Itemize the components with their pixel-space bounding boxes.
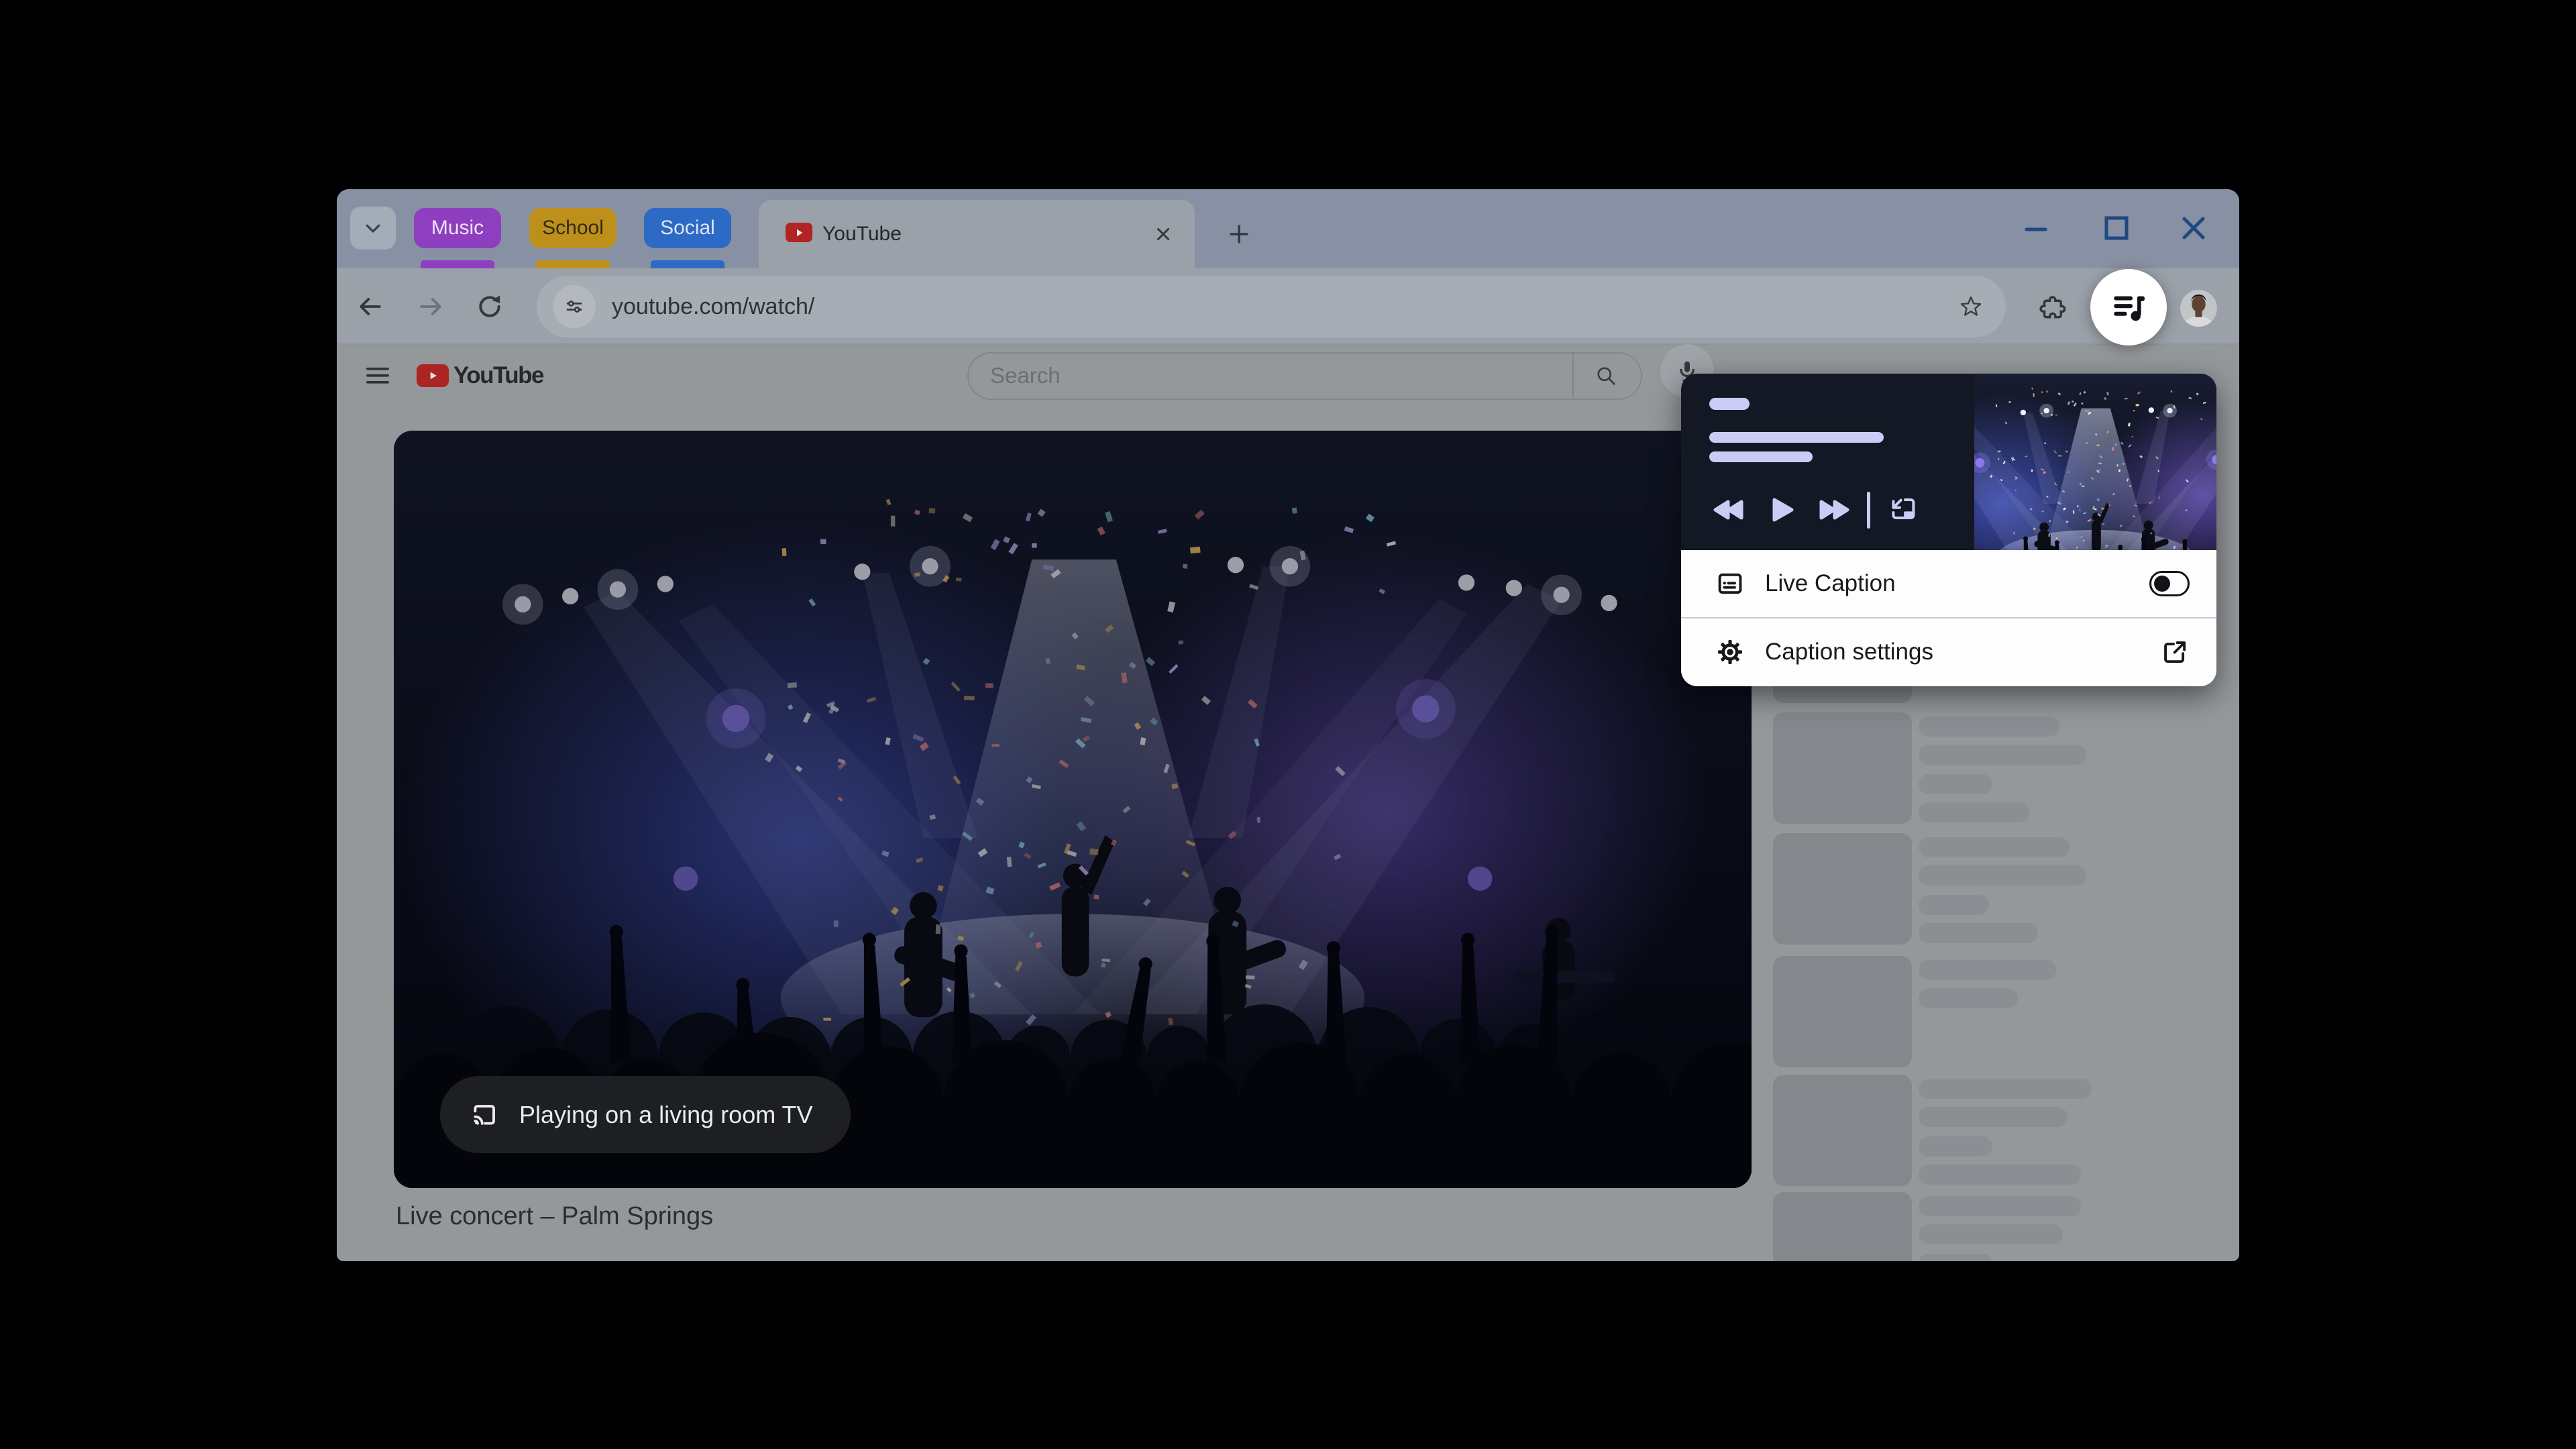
thumbnail-placeholder [1773,1075,1912,1186]
menu-button[interactable] [364,364,393,389]
skeleton-text-line [1919,1165,2081,1185]
tab-search-button[interactable] [350,207,396,250]
tab-group-music[interactable]: Music [414,208,501,248]
plus-icon [1227,222,1251,246]
skeleton-text-line [1919,1196,2081,1216]
youtube-logo[interactable]: YouTube [417,362,545,388]
back-button[interactable] [352,288,389,325]
gear-icon [1715,637,1745,667]
video-dim-overlay [394,431,1752,1188]
search-bar [967,352,1642,400]
thumbnail-placeholder [1773,712,1912,824]
reload-button[interactable] [471,288,508,325]
live-caption-row[interactable]: Live Caption [1681,550,2216,617]
open-in-new-icon [2160,637,2190,667]
minimize-button[interactable] [2021,213,2051,243]
search-button[interactable] [1587,361,1625,390]
skeleton-text-line [1919,923,2038,943]
tab-group-indicator [421,260,494,268]
skeleton-text-line [1919,1079,2092,1099]
caption-settings-row[interactable]: Caption settings [1681,619,2216,686]
youtube-favicon-icon [786,223,812,242]
hamburger-icon [364,364,393,388]
tab-youtube[interactable]: YouTube [759,200,1195,268]
search-divider [1572,354,1574,398]
picture-in-picture-button[interactable] [1887,495,1919,525]
media-text-placeholder [1709,432,1884,443]
star-icon [1957,293,1984,320]
caption-options-panel: Live Caption Caption settings [1681,550,2216,686]
skeleton-text-line [1919,865,2086,885]
cast-status-pill: Playing on a living room TV [440,1076,851,1153]
tab-title: YouTube [822,223,902,245]
live-caption-label: Live Caption [1765,570,1896,596]
skeleton-text-line [1919,988,2018,1008]
maximize-icon [2102,213,2131,243]
next-track-button[interactable] [1819,499,1851,521]
profile-avatar[interactable] [2180,290,2217,327]
media-text-placeholder [1709,451,1813,462]
browser-window: Music School Social YouTube youtube.com/… [337,189,2239,1261]
tab-group-school[interactable]: School [529,208,616,248]
skeleton-text-line [1919,960,2056,980]
thumbnail-placeholder [1773,1192,1912,1261]
minimize-icon [2021,213,2051,243]
puzzle-icon [2039,292,2067,321]
tab-strip: Music School Social YouTube [337,189,2239,268]
media-title-placeholder [1709,398,1750,410]
url-text: youtube.com/watch/ [612,293,815,319]
queue-music-icon [2109,288,2148,327]
youtube-wordmark: YouTube [453,362,545,388]
previous-track-button[interactable] [1712,499,1744,521]
skeleton-text-line [1919,837,2070,857]
thumbnail-placeholder [1773,833,1912,945]
youtube-play-icon [417,364,449,387]
skeleton-text-line [1919,1107,2068,1127]
tab-close-button[interactable] [1153,224,1173,244]
caption-settings-label: Caption settings [1765,639,1933,665]
forward-button[interactable] [412,288,449,325]
tab-group-label: Social [660,217,715,239]
play-button[interactable] [1772,497,1794,523]
thumbnail-placeholder [1773,956,1912,1067]
tab-group-indicator [651,260,724,268]
new-tab-button[interactable] [1222,217,1256,251]
video-title: Live concert – Palm Springs [396,1202,714,1230]
tab-group-label: School [542,217,604,239]
skeleton-text-line [1919,745,2086,765]
skeleton-text-line [1919,1254,1992,1261]
close-window-button[interactable] [2179,213,2208,243]
media-session-card [1681,374,2216,550]
media-controls-button[interactable] [2090,269,2167,345]
search-icon [1594,364,1618,388]
maximize-button[interactable] [2102,213,2131,243]
video-player[interactable]: Playing on a living room TV [394,431,1752,1188]
skeleton-text-line [1919,895,1989,915]
skeleton-text-line [1919,774,1992,794]
skeleton-text-line [1919,716,2059,737]
skeleton-text-line [1919,1136,1992,1157]
controls-divider [1867,492,1870,529]
extensions-button[interactable] [2034,288,2072,325]
live-caption-icon [1715,569,1745,598]
media-controls-popup: Live Caption Caption settings [1681,374,2216,686]
cast-icon [468,1099,500,1131]
search-input[interactable] [989,355,1505,396]
live-caption-toggle[interactable] [2149,571,2190,596]
chevron-down-icon [363,218,383,238]
tab-group-social[interactable]: Social [644,208,731,248]
browser-toolbar: youtube.com/watch/ [337,268,2239,345]
site-settings-button[interactable] [553,285,596,328]
album-art [1974,374,2216,550]
tab-group-label: Music [431,217,484,239]
cast-status-label: Playing on a living room TV [519,1100,813,1128]
bookmark-button[interactable] [1955,290,1987,323]
close-icon [2179,213,2208,243]
tune-icon [564,296,585,317]
url-bar[interactable]: youtube.com/watch/ [537,276,2006,337]
toggle-knob [2154,575,2170,592]
skeleton-text-line [1919,802,2029,822]
tab-group-indicator [536,260,610,268]
skeleton-text-line [1919,1224,2063,1244]
